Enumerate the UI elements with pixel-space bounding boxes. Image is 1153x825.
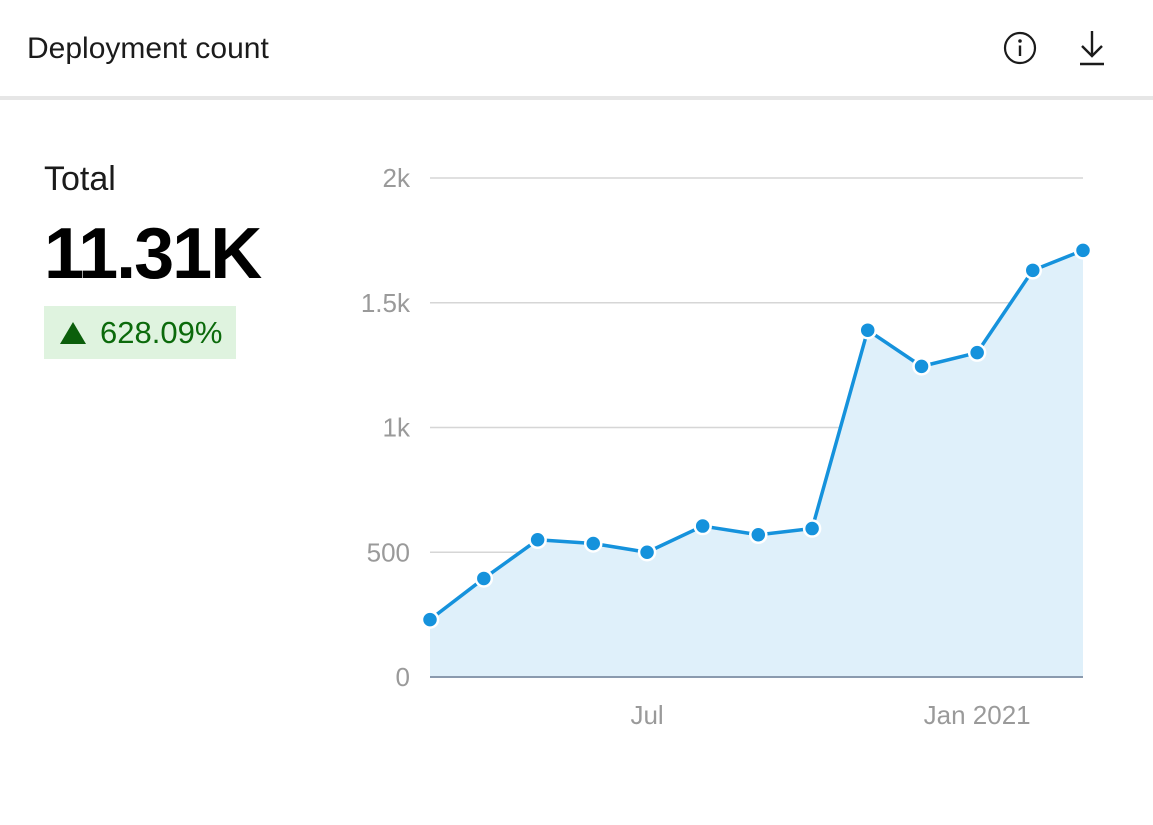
data-point xyxy=(1023,261,1043,280)
data-point xyxy=(474,569,494,588)
data-point xyxy=(967,343,987,362)
data-point xyxy=(912,357,931,376)
data-point xyxy=(637,543,657,562)
y-tick-label: 1.5k xyxy=(361,288,411,318)
y-tick-label: 1k xyxy=(383,413,411,443)
y-tick-label: 2k xyxy=(383,163,411,193)
data-point xyxy=(528,530,547,550)
data-point xyxy=(1073,241,1093,260)
data-point xyxy=(420,610,440,629)
x-tick-label: Jan 2021 xyxy=(924,700,1031,730)
data-point xyxy=(584,534,603,553)
data-point xyxy=(749,525,768,545)
x-tick-label: Jul xyxy=(630,700,663,730)
data-point xyxy=(693,516,712,536)
deployment-chart: 0 500 1k 1.5k 2k Jul Jan 2021 xyxy=(361,163,1093,730)
y-tick-label: 500 xyxy=(367,537,410,567)
y-tick-label: 0 xyxy=(396,662,410,692)
data-point xyxy=(858,320,877,340)
series-area xyxy=(430,250,1083,678)
data-point xyxy=(802,519,822,538)
deployment-count-card: Deployment count Total 11.31K 628.09% 05… xyxy=(0,0,1153,825)
